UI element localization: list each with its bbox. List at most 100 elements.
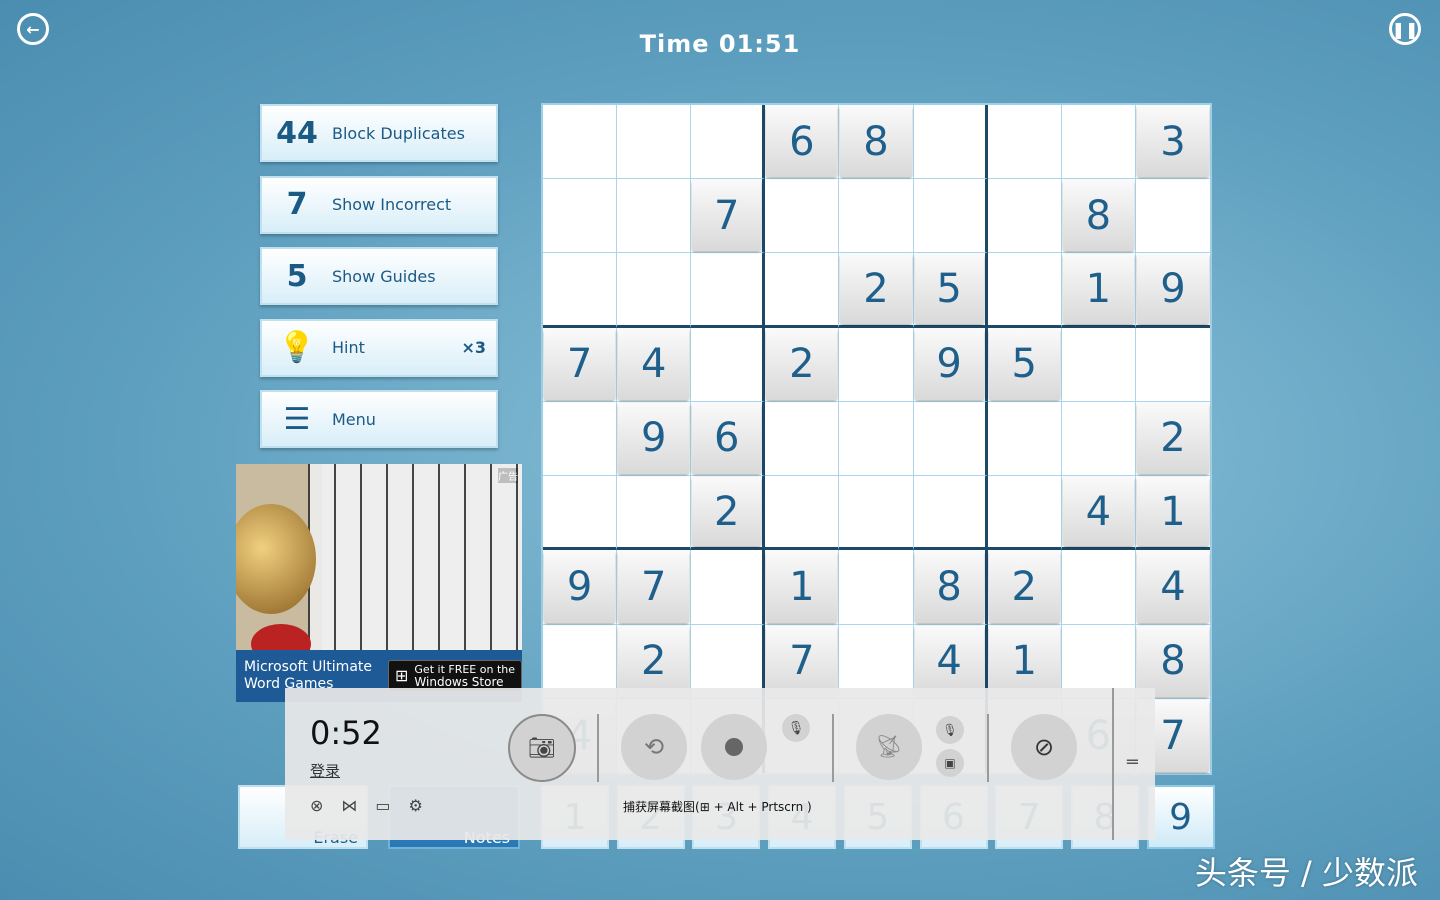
sidebar-item-hint[interactable]: 💡 Hint ×3 — [260, 318, 498, 377]
board-cell[interactable] — [987, 253, 1062, 328]
board-cell[interactable] — [913, 179, 988, 254]
board-cell[interactable] — [987, 179, 1062, 254]
given-digit: 3 — [1136, 106, 1209, 178]
board-cell[interactable]: 7 — [543, 327, 618, 402]
board-cell[interactable] — [1061, 327, 1136, 402]
board-cell[interactable]: 9 — [543, 550, 618, 625]
board-cell[interactable] — [617, 253, 692, 328]
board-cell[interactable]: 8 — [1061, 179, 1136, 254]
board-cell[interactable] — [987, 105, 1062, 180]
record-dot-icon — [725, 738, 743, 756]
sidebar-item-menu[interactable]: ☰ Menu — [260, 390, 498, 448]
board-cell[interactable]: 2 — [839, 253, 914, 328]
board-cell[interactable] — [617, 105, 692, 180]
background-recording-button[interactable]: ⊘ — [1011, 714, 1077, 780]
screenshot-camera-button[interactable]: 📷︎ — [508, 714, 576, 782]
board-cell[interactable]: 2 — [765, 327, 840, 402]
board-cell[interactable] — [839, 550, 914, 625]
board-cell[interactable]: 7 — [617, 550, 692, 625]
windows-key-icon: ⊞ — [699, 800, 710, 814]
board-cell[interactable] — [987, 401, 1062, 477]
board-cell[interactable] — [839, 327, 914, 402]
given-digit: 7 — [618, 551, 690, 623]
drag-handle-icon[interactable]: ═ — [1127, 752, 1138, 773]
camera-toggle-button[interactable]: ▣ — [936, 749, 964, 777]
board-cell[interactable] — [839, 179, 914, 254]
board-cell[interactable] — [543, 401, 618, 477]
board-cell[interactable]: 7 — [691, 179, 766, 254]
board-cell[interactable]: 5 — [987, 327, 1062, 402]
store-line2: Windows Store — [414, 675, 504, 689]
board-cell[interactable] — [617, 179, 692, 254]
board-cell[interactable]: 2 — [1135, 402, 1210, 477]
board-cell[interactable]: 8 — [913, 550, 988, 625]
block-duplicates-icon: 44 — [276, 115, 318, 151]
board-cell[interactable] — [765, 253, 840, 328]
sidebar-item-show-incorrect[interactable]: 7 Show Incorrect — [260, 175, 498, 234]
record-last-button[interactable]: ⟲ — [621, 714, 687, 780]
given-digit: 4 — [618, 328, 690, 400]
board-cell[interactable] — [765, 179, 840, 254]
board-cell[interactable] — [1135, 328, 1210, 402]
board-cell[interactable]: 1 — [765, 550, 840, 625]
login-link[interactable]: 登录 — [310, 760, 340, 781]
board-cell[interactable] — [691, 550, 766, 625]
mic-off-icon: 🎙︎ — [942, 723, 958, 737]
sidebar-item-label: Hint — [332, 338, 365, 357]
board-cell[interactable]: 1 — [1061, 253, 1136, 328]
board-cell[interactable]: 6 — [765, 105, 840, 180]
board-cell[interactable] — [1135, 179, 1210, 254]
board-cell[interactable]: 5 — [913, 253, 988, 328]
mixer-icon[interactable]: ⋈ — [341, 796, 357, 815]
board-cell[interactable]: 4 — [617, 327, 692, 402]
board-cell[interactable] — [987, 476, 1062, 551]
board-cell[interactable]: 8 — [839, 105, 914, 180]
board-cell[interactable]: 2 — [987, 550, 1062, 625]
board-cell[interactable]: 4 — [1061, 476, 1136, 551]
board-cell[interactable] — [913, 401, 988, 477]
board-cell[interactable] — [691, 327, 766, 402]
board-cell[interactable]: 3 — [1135, 105, 1210, 180]
board-cell[interactable] — [765, 476, 840, 551]
mic-toggle-button[interactable]: 🎙︎ — [782, 714, 810, 742]
board-cell[interactable]: 9 — [617, 401, 692, 477]
board-cell[interactable] — [543, 253, 618, 328]
given-digit: 9 — [544, 551, 616, 623]
given-digit: 7 — [766, 625, 838, 697]
board-cell[interactable] — [617, 476, 692, 551]
board-cell[interactable] — [543, 476, 618, 551]
board-cell[interactable] — [913, 105, 988, 180]
record-button[interactable] — [701, 714, 767, 780]
board-cell[interactable] — [691, 253, 766, 328]
board-cell[interactable] — [1061, 105, 1136, 180]
board-cell[interactable] — [913, 476, 988, 551]
board-cell[interactable] — [543, 179, 618, 254]
board-cell[interactable] — [543, 105, 618, 180]
board-cell[interactable]: 1 — [1135, 476, 1210, 551]
advertisement[interactable]: 广告 Microsoft Ultimate Word Games ⊞ Get it… — [236, 464, 522, 702]
given-digit: 4 — [1062, 477, 1134, 547]
sidebar-item-show-guides[interactable]: 5 Show Guides — [260, 247, 498, 305]
broadcast-button[interactable]: 📡︎ — [856, 714, 922, 780]
board-cell[interactable] — [691, 105, 766, 180]
settings-gear-icon[interactable]: ⚙ — [409, 796, 423, 815]
given-digit: 2 — [840, 254, 912, 324]
board-cell[interactable] — [839, 476, 914, 551]
sidebar-item-block-duplicates[interactable]: 44 Block Duplicates — [260, 104, 498, 162]
board-cell[interactable] — [765, 401, 840, 477]
folder-icon[interactable]: ▭ — [375, 796, 390, 815]
number-button-9[interactable]: 9 — [1146, 785, 1215, 849]
board-cell[interactable] — [1061, 550, 1136, 625]
given-digit: 2 — [1136, 402, 1209, 475]
board-cell[interactable] — [839, 401, 914, 477]
broadcast-mic-button[interactable]: 🎙︎ — [936, 716, 964, 744]
board-cell[interactable]: 9 — [1135, 253, 1210, 328]
given-digit: 1 — [766, 551, 838, 623]
board-cell[interactable]: 6 — [691, 401, 766, 477]
board-cell[interactable]: 9 — [913, 327, 988, 402]
board-cell[interactable]: 2 — [691, 476, 766, 551]
board-cell[interactable]: 4 — [1135, 550, 1210, 625]
board-cell[interactable] — [1061, 401, 1136, 477]
xbox-icon[interactable]: ⊗ — [310, 796, 323, 815]
broadcast-dish-icon: 📡︎ — [875, 734, 903, 760]
